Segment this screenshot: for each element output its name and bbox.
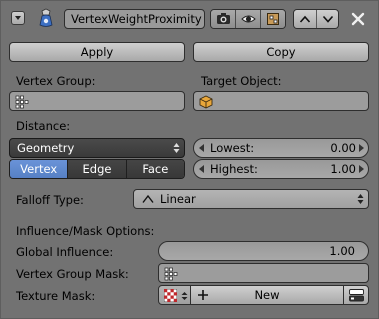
- move-up-button[interactable]: [294, 10, 317, 28]
- modifier-name-input[interactable]: VertexWeightProximity: [64, 9, 205, 29]
- chevron-down-icon: [322, 15, 333, 23]
- modifier-panel: VertexWeightProximity Apply Copy Vertex …: [0, 0, 379, 319]
- browse-datablock-icon[interactable]: [343, 285, 369, 305]
- linear-falloff-icon: [142, 194, 154, 203]
- apply-button[interactable]: Apply: [9, 42, 185, 62]
- highest-label: Highest:: [210, 162, 258, 176]
- editmode-icon[interactable]: [261, 10, 285, 28]
- lowest-label: Lowest:: [210, 141, 255, 155]
- lowest-distance-field[interactable]: Lowest: 0.00: [193, 138, 369, 158]
- camera-render-icon[interactable]: [211, 10, 236, 28]
- plus-icon: [198, 290, 208, 300]
- tab-face[interactable]: Face: [126, 160, 184, 178]
- lowest-value: 0.00: [330, 141, 356, 155]
- decrement-arrow-icon[interactable]: [199, 165, 204, 173]
- copy-button[interactable]: Copy: [193, 42, 369, 62]
- vertex-weight-modifier-icon: [36, 7, 56, 29]
- vertex-group-icon: [164, 267, 178, 281]
- distance-mode-dropdown[interactable]: Geometry: [9, 138, 185, 158]
- object-cube-icon: [199, 95, 213, 109]
- texture-preview-button[interactable]: [158, 285, 191, 305]
- highest-value: 1.00: [330, 162, 356, 176]
- increment-arrow-icon[interactable]: [359, 144, 364, 152]
- global-influence-value: 1.00: [329, 244, 355, 258]
- decrement-arrow-icon[interactable]: [199, 144, 204, 152]
- collapse-chevron-icon[interactable]: [11, 11, 25, 25]
- vertex-group-mask-field[interactable]: [158, 263, 369, 283]
- updown-arrows-icon: [173, 143, 180, 153]
- move-down-button[interactable]: [316, 10, 338, 28]
- chevron-up-icon: [299, 15, 311, 23]
- falloff-type-label: Falloff Type:: [16, 193, 84, 207]
- distance-mode-value: Geometry: [17, 141, 75, 155]
- target-object-field[interactable]: [193, 91, 369, 111]
- move-modifier-buttons: [293, 9, 339, 29]
- influence-section-label: Influence/Mask Options:: [16, 224, 155, 238]
- tab-vertex[interactable]: Vertex: [10, 160, 69, 178]
- falloff-type-value: Linear: [160, 192, 196, 206]
- distance-label: Distance:: [16, 119, 71, 133]
- texture-mask-selector: New: [158, 285, 369, 305]
- increment-arrow-icon[interactable]: [359, 165, 364, 173]
- global-influence-slider[interactable]: 1.00: [158, 241, 369, 261]
- vertex-group-icon: [15, 95, 29, 109]
- visibility-toggles: [210, 9, 286, 29]
- close-x-icon[interactable]: [349, 10, 367, 28]
- updown-arrows-icon: [181, 292, 188, 300]
- eye-viewport-icon[interactable]: [236, 10, 261, 28]
- vertex-group-mask-label: Vertex Group Mask:: [16, 267, 129, 281]
- updown-arrows-icon: [357, 194, 364, 204]
- new-texture-button[interactable]: New: [190, 285, 344, 305]
- falloff-type-dropdown[interactable]: Linear: [133, 189, 369, 209]
- highest-distance-field[interactable]: Highest: 1.00: [193, 159, 369, 179]
- proximity-geometry-tabs: Vertex Edge Face: [9, 159, 185, 179]
- target-object-label: Target Object:: [201, 74, 282, 88]
- new-texture-label: New: [254, 288, 280, 302]
- checker-texture-icon: [164, 289, 177, 302]
- global-influence-label: Global Influence:: [16, 245, 114, 259]
- vertex-group-field[interactable]: [9, 91, 185, 111]
- tab-edge[interactable]: Edge: [68, 160, 127, 178]
- texture-mask-label: Texture Mask:: [16, 289, 96, 303]
- vertex-group-label: Vertex Group:: [16, 74, 96, 88]
